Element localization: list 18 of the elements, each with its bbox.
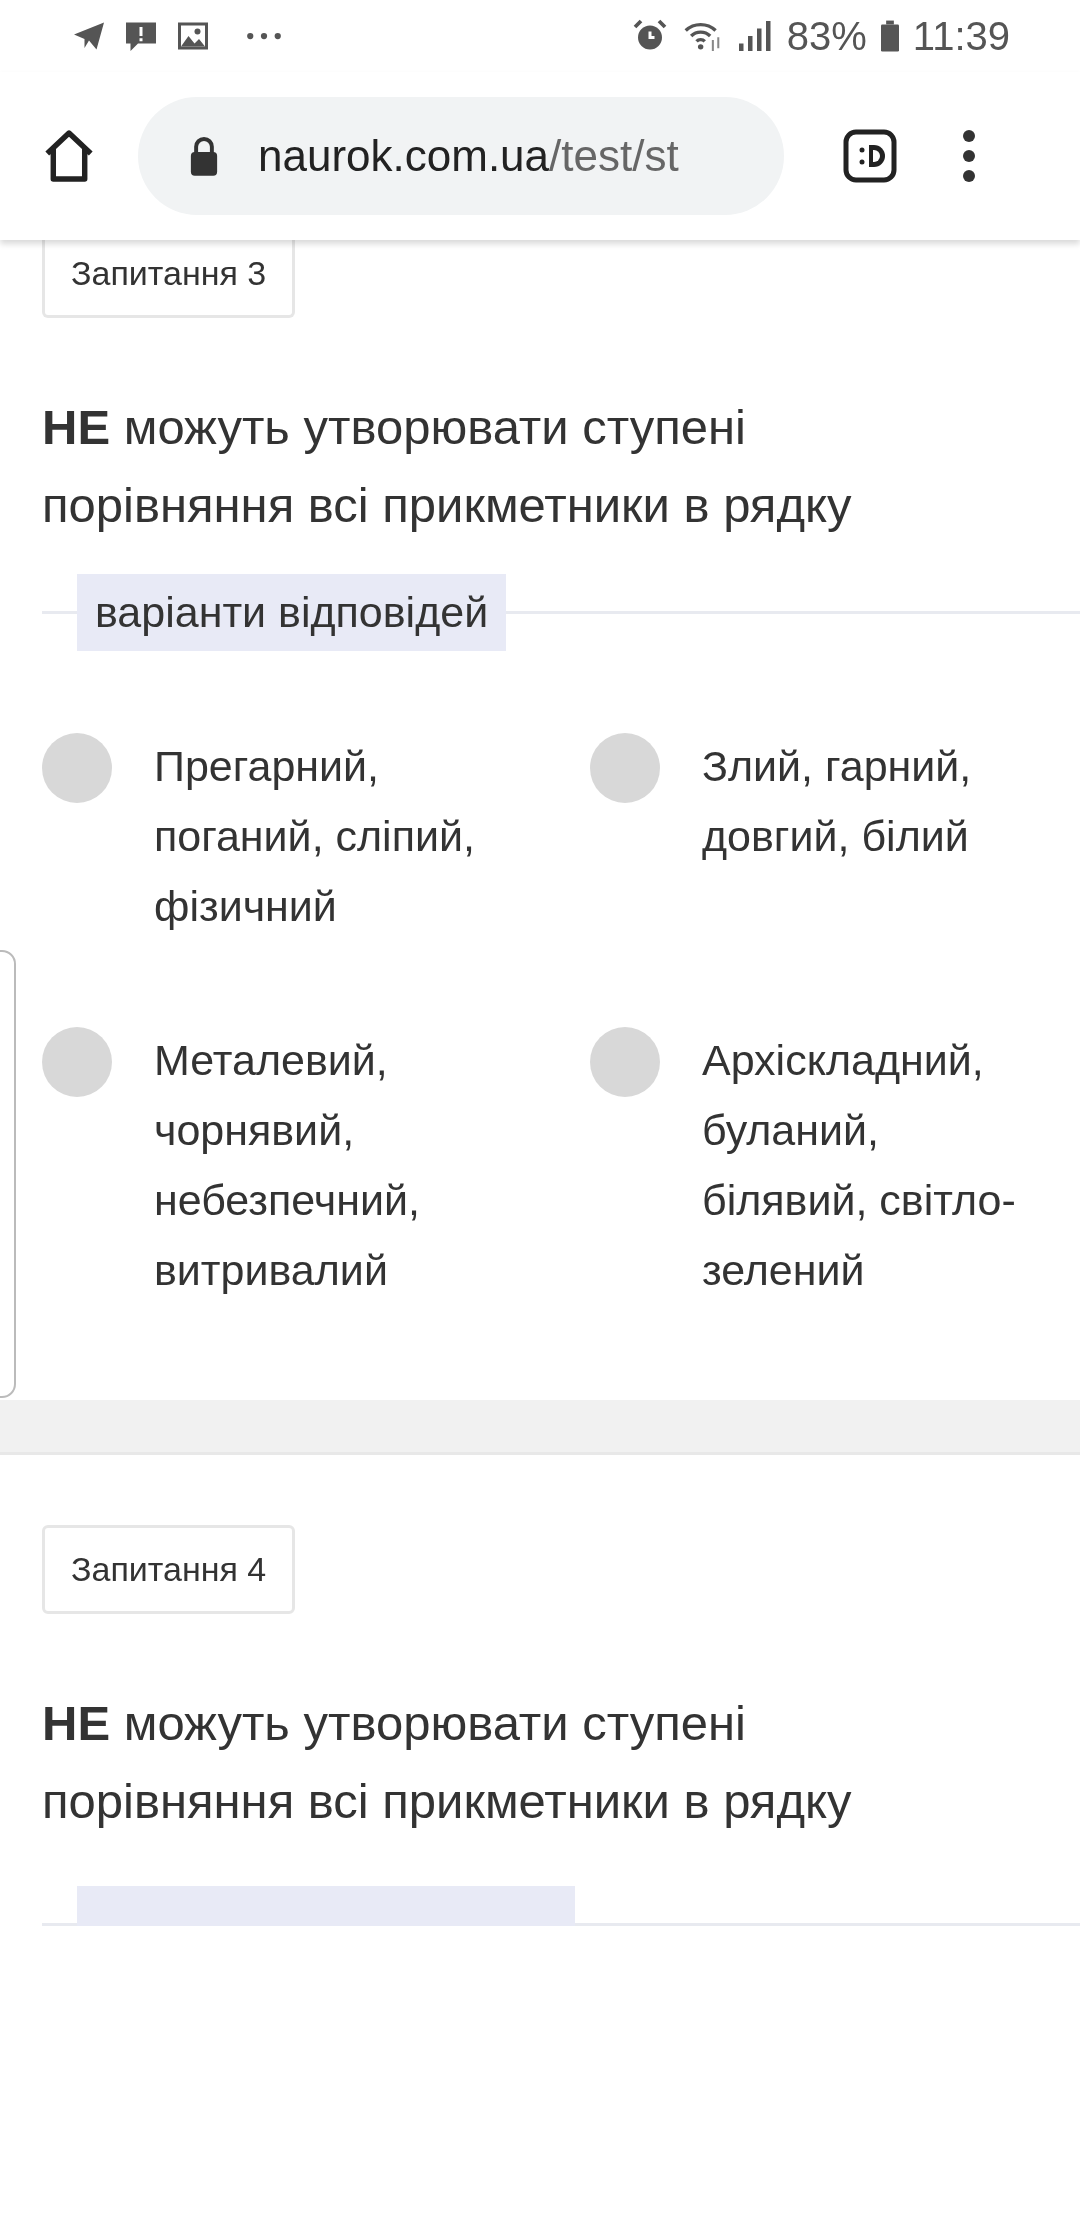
clock: 11:39 [912, 13, 1010, 59]
url-text: naurok.com.ua/test/st [258, 131, 679, 181]
menu-icon[interactable] [962, 128, 976, 184]
question-label: Запитання 3 [42, 240, 296, 318]
answers-heading: варіанти відповідей [77, 574, 507, 651]
answer-option[interactable]: Архіскладний, буланий, білявий, світло-зелений [702, 1025, 1044, 1305]
answer-option[interactable]: Злий, гарний, довгий, білий [702, 731, 1044, 871]
battery-percent: 83% [786, 13, 867, 59]
address-bar[interactable]: naurok.com.ua/test/st [138, 97, 784, 215]
more-dots-icon [244, 31, 284, 41]
question-label: Запитання 4 [42, 1525, 296, 1614]
question-text: НЕ можуть утворювати ступені порівняння всі прикметники в рядку [42, 399, 853, 534]
question-text: НЕ можуть утворювати ступені порівняння всі прикметники в рядку [42, 1695, 853, 1830]
lock-icon [188, 135, 220, 177]
answer-option[interactable]: Металевий, чорнявий, небезпечний, витривалий [154, 1025, 496, 1305]
smiley-box-icon[interactable] [842, 128, 898, 184]
answer-option[interactable]: Прегарний, поганий, сліпий, фізичний [154, 731, 496, 941]
battery-icon [880, 19, 899, 53]
